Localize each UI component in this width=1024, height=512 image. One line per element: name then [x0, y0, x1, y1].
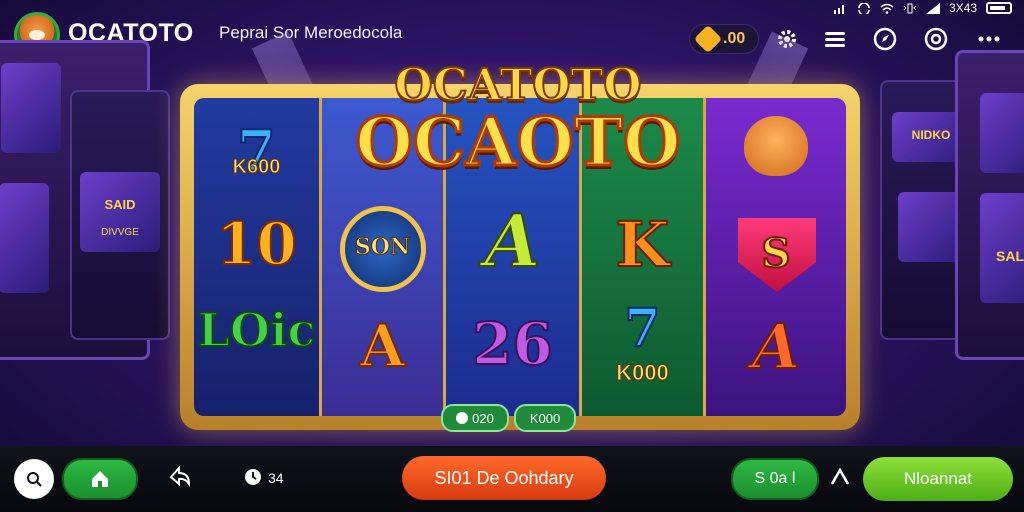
reel-symbol: S	[761, 229, 792, 278]
win-chip-value: 020	[472, 410, 494, 426]
balance-pill[interactable]: .00	[689, 24, 759, 54]
more-options-icon[interactable]	[976, 26, 1002, 52]
machine-screen	[980, 93, 1024, 173]
sync-icon	[858, 2, 870, 14]
home-button[interactable]	[62, 458, 138, 500]
reel-symbol: K	[615, 207, 671, 282]
search-icon	[27, 472, 42, 487]
win-chip[interactable]: K000	[514, 404, 576, 432]
status-text: 3X43	[948, 1, 977, 15]
win-chip-value: K000	[529, 410, 561, 426]
reel-symbol: K600	[232, 156, 281, 179]
reel-symbol: A	[484, 197, 542, 284]
reel-symbol: 7	[623, 297, 661, 360]
reel-symbol: 26	[471, 309, 554, 379]
auto-spin-icon[interactable]	[826, 464, 854, 492]
reel-5: S A	[706, 98, 846, 416]
vibrate-icon	[903, 3, 917, 13]
spin-counter: 34	[268, 470, 284, 486]
reel-symbol: LOic	[197, 302, 317, 358]
cta-button[interactable]: SI01 De Oohdary	[402, 456, 606, 500]
machine-screen-label: DIVVGE	[101, 227, 139, 238]
reel-symbol: A	[751, 309, 801, 384]
machine-screen: SAID DIVVGE	[80, 172, 160, 252]
system-status-bar: 3X43	[833, 0, 1012, 16]
search-button[interactable]	[14, 459, 54, 499]
chip-icon	[456, 412, 469, 424]
machine-screen: SAL	[980, 193, 1024, 303]
machine-screen	[0, 183, 49, 293]
home-icon	[92, 471, 108, 487]
bottom-bar: 34 SI01 De Oohdary S 0a l Nloannat	[0, 446, 1024, 512]
game-title-banner: OCATOTO OCAOTO	[338, 59, 698, 183]
menu-list-icon[interactable]	[822, 26, 848, 52]
target-icon[interactable]	[923, 26, 949, 52]
main-action-button[interactable]: Nloannat	[863, 457, 1013, 501]
signal-icon	[833, 4, 844, 14]
cell-signal-icon	[925, 2, 940, 14]
coin-icon	[693, 24, 723, 54]
reel-1: 7 K600 10 LOic	[194, 98, 322, 416]
machine-screen-label: SAL	[996, 248, 1024, 264]
machine-screen-text: SAID	[104, 197, 136, 212]
top-bar: OCATOTO Peprai Sor Meroedocola 3X43 .00	[0, 0, 1024, 64]
reel-symbol: SON	[354, 234, 411, 261]
balance-value: .00	[723, 30, 746, 47]
compass-icon[interactable]	[872, 26, 898, 52]
win-chip[interactable]: 020	[441, 404, 509, 432]
reel-symbol: K000	[616, 360, 670, 386]
slot-machine-right: SAL	[955, 50, 1024, 360]
reel-symbol: 10	[215, 209, 298, 279]
share-icon[interactable]	[165, 462, 195, 492]
slot-machine-left-back: SAID DIVVGE	[70, 90, 170, 340]
fox-mascot-icon	[744, 116, 808, 176]
wifi-icon	[880, 3, 894, 14]
reel-symbol: A	[359, 311, 406, 381]
bet-button[interactable]: S 0a l	[731, 458, 819, 500]
timer-icon	[245, 469, 261, 485]
game-title-big: OCAOTO	[354, 102, 682, 183]
machine-screen	[1, 63, 61, 153]
page-subtitle: Peprai Sor Meroedocola	[219, 23, 403, 42]
battery-icon	[986, 2, 1012, 14]
